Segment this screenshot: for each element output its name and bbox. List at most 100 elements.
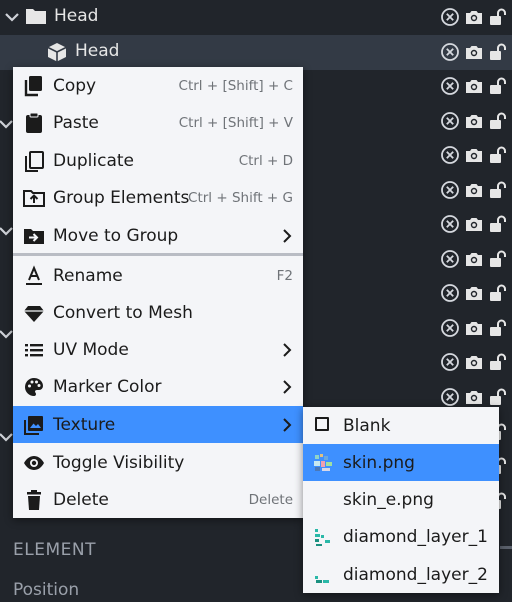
lock-open-icon[interactable] [488,352,508,372]
submenu-item-label: diamond_layer_2 [343,565,488,585]
menu-item-label: Duplicate [53,151,134,171]
submenu-item-label: diamond_layer_1 [343,527,488,547]
menu-item-shortcut: Ctrl + [Shift] + C [178,78,293,94]
menu-item-rename[interactable]: Rename F2 [13,257,303,294]
visibility-toggle-icon[interactable] [440,318,460,338]
visibility-toggle-icon[interactable] [440,145,460,165]
submenu-item-label: Blank [343,416,391,436]
row-toggle-icons [440,352,512,374]
outliner-cube-label: Head [75,41,120,61]
camera-icon[interactable] [464,111,484,131]
visibility-toggle-icon[interactable] [440,352,460,372]
menu-item-label: Texture [53,415,116,435]
menu-item-group-elements[interactable]: Group Elements Ctrl + Shift + G [13,179,303,216]
camera-icon[interactable] [464,145,484,165]
eye-icon [24,456,44,470]
menu-item-label: Marker Color [53,377,162,397]
visibility-toggle-icon[interactable] [440,283,460,303]
lock-open-icon[interactable] [488,387,508,407]
camera-icon[interactable] [464,283,484,303]
lock-open-icon[interactable] [488,318,508,338]
clipboard-icon [26,112,42,133]
lock-open-icon[interactable] [488,214,508,234]
chevron-right-icon [283,418,292,432]
camera-icon[interactable] [464,214,484,234]
lock-open-icon[interactable] [488,7,508,27]
camera-icon[interactable] [464,318,484,338]
menu-item-move-to-group[interactable]: Move to Group [13,217,303,254]
chevron-down-icon[interactable] [0,222,14,240]
camera-icon[interactable] [464,7,484,27]
lock-open-icon[interactable] [488,145,508,165]
texture-submenu: Blank skin.png skin_e.png diamond_layer_… [303,407,499,593]
chevron-down-icon[interactable] [0,115,14,133]
camera-icon[interactable] [464,387,484,407]
submenu-item-diamond-layer-2[interactable]: diamond_layer_2 [303,556,499,593]
row-toggle-icons [440,318,512,340]
chevron-down-icon[interactable] [3,8,21,26]
visibility-toggle-icon[interactable] [440,76,460,96]
submenu-item-diamond-layer-1[interactable]: diamond_layer_1 [303,518,499,555]
menu-item-toggle-visibility[interactable]: Toggle Visibility [13,444,303,481]
folder-icon [26,9,46,24]
submenu-item-label: skin_e.png [343,490,434,510]
diamond-icon [24,306,44,322]
lock-open-icon[interactable] [488,283,508,303]
visibility-toggle-icon[interactable] [440,249,460,269]
visibility-toggle-icon[interactable] [440,7,460,27]
camera-icon[interactable] [464,352,484,372]
list-icon [25,344,43,357]
camera-icon[interactable] [464,42,484,62]
lock-open-icon[interactable] [488,111,508,131]
menu-item-label: Paste [53,113,99,133]
submenu-item-label: skin.png [343,453,415,473]
menu-item-label: UV Mode [53,340,129,360]
menu-item-texture[interactable]: Texture [13,406,303,443]
row-toggle-icons [440,387,512,409]
menu-item-paste[interactable]: Paste Ctrl + [Shift] + V [13,104,303,141]
menu-item-copy[interactable]: Copy Ctrl + [Shift] + C [13,67,303,104]
menu-item-convert-to-mesh[interactable]: Convert to Mesh [13,294,303,331]
chevron-down-icon[interactable] [0,428,14,446]
palette-icon [25,378,43,396]
outliner-row-group[interactable]: Head [0,0,512,35]
chevron-down-icon[interactable] [0,325,14,343]
panel-drag-handle[interactable] [500,546,512,549]
menu-item-uv-mode[interactable]: UV Mode [13,331,303,368]
submenu-item-blank[interactable]: Blank [303,407,499,444]
camera-icon[interactable] [464,76,484,96]
menu-item-label: Delete [53,490,109,510]
submenu-item-skin-e-png[interactable]: skin_e.png [303,481,499,518]
menu-item-label: Group Elements [53,188,190,208]
menu-item-shortcut: Delete [248,492,293,508]
visibility-toggle-icon[interactable] [440,214,460,234]
row-toggle-icons [440,76,512,98]
texture-thumbnail-icon [315,529,330,546]
duplicate-icon [25,151,44,172]
menu-item-label: Move to Group [53,226,179,246]
visibility-toggle-icon[interactable] [440,180,460,200]
menu-item-duplicate[interactable]: Duplicate Ctrl + D [13,142,303,179]
menu-item-marker-color[interactable]: Marker Color [13,368,303,405]
outliner-row-cube[interactable]: Head [0,35,512,70]
lock-open-icon[interactable] [488,249,508,269]
camera-icon[interactable] [464,180,484,200]
visibility-toggle-icon[interactable] [440,42,460,62]
menu-item-shortcut: Ctrl + D [238,153,293,169]
menu-item-shortcut: F2 [276,268,293,284]
menu-item-label: Rename [53,266,123,286]
lock-open-icon[interactable] [488,76,508,96]
menu-item-label: Convert to Mesh [53,303,193,323]
lock-open-icon[interactable] [488,42,508,62]
row-toggle-icons [440,42,512,64]
row-toggle-icons [440,111,512,133]
menu-item-delete[interactable]: Delete Delete [13,481,303,518]
visibility-toggle-icon[interactable] [440,387,460,407]
visibility-toggle-icon[interactable] [440,111,460,131]
submenu-item-skin-png[interactable]: skin.png [303,444,499,481]
lock-open-icon[interactable] [488,180,508,200]
row-toggle-icons [440,283,512,305]
text-format-icon [26,265,42,285]
camera-icon[interactable] [464,249,484,269]
row-toggle-icons [440,180,512,202]
